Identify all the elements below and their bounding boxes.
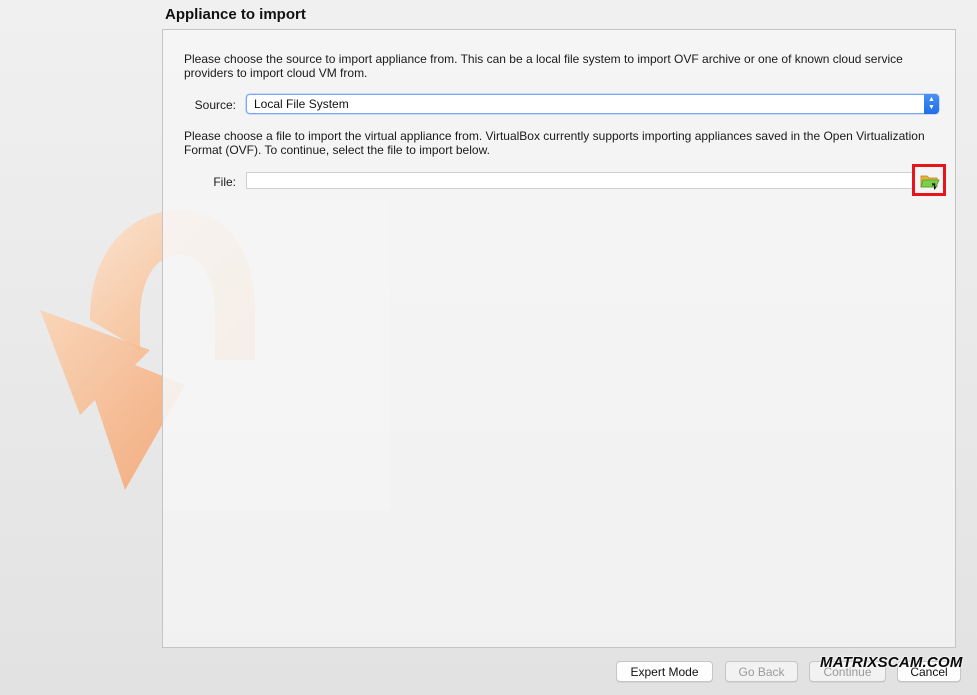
file-label: File: [213,175,236,189]
source-select[interactable]: Local File System ▲ ▼ [246,94,939,114]
expert-mode-button[interactable]: Expert Mode [616,661,713,682]
source-selected-value: Local File System [254,97,349,111]
file-description: Please choose a file to import the virtu… [184,129,925,157]
go-back-button[interactable]: Go Back [725,661,798,682]
watermark-text: MATRIXSCAM.COM [820,654,963,671]
import-panel: Please choose the source to import appli… [162,29,956,648]
source-label: Source: [194,98,236,112]
chevron-up-down-icon[interactable]: ▲ ▼ [924,94,939,114]
folder-open-icon[interactable] [920,172,940,190]
file-path-input[interactable] [246,172,915,189]
source-description: Please choose the source to import appli… [184,52,903,80]
page-title: Appliance to import [165,6,306,23]
